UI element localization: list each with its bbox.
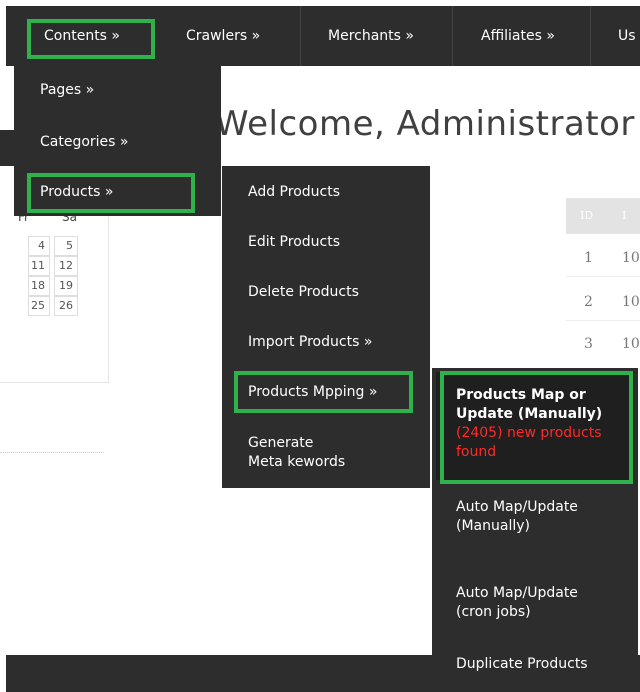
highlight-contents <box>27 19 155 59</box>
table-header: ID I <box>566 198 640 234</box>
highlight-map-update-manual <box>440 371 633 484</box>
menu-item-delete-products[interactable]: Delete Products <box>222 284 430 300</box>
nav-affiliates[interactable]: Affiliates » <box>481 6 555 66</box>
divider <box>0 452 104 453</box>
calendar-date[interactable]: 5 <box>54 236 78 256</box>
column-header-id: ID <box>580 209 594 222</box>
menu-item-edit-products[interactable]: Edit Products <box>222 234 430 250</box>
highlight-products-mapping <box>234 371 413 413</box>
calendar-date[interactable]: 11 <box>28 256 50 276</box>
menu-item-import-products[interactable]: Import Products » <box>222 334 430 350</box>
nav-users[interactable]: Us <box>618 6 636 66</box>
menu-item-auto-map-manual[interactable]: Auto Map/Update (Manually) <box>432 498 638 536</box>
calendar-date[interactable]: 19 <box>54 276 78 296</box>
calendar-date[interactable]: 25 <box>28 296 50 316</box>
nav-divider <box>452 6 453 66</box>
nav-divider <box>590 6 591 66</box>
row-divider <box>566 320 640 321</box>
menu-item-generate-meta[interactable]: Generate Meta kewords <box>222 434 430 472</box>
highlight-products <box>27 173 195 213</box>
calendar-date[interactable]: 12 <box>54 256 78 276</box>
calendar-date[interactable]: 4 <box>28 236 50 256</box>
calendar-date[interactable]: 26 <box>54 296 78 316</box>
nav-divider <box>300 6 301 66</box>
menu-item-duplicate-products[interactable]: Duplicate Products <box>432 656 638 672</box>
nav-merchants[interactable]: Merchants » <box>328 6 414 66</box>
menu-item-categories[interactable]: Categories » <box>14 134 221 150</box>
nav-crawlers[interactable]: Crawlers » <box>186 6 260 66</box>
page-title: Welcome, Administrator! <box>215 104 640 144</box>
column-header-next: I <box>622 209 627 222</box>
row-divider <box>566 276 640 277</box>
menu-item-pages[interactable]: Pages » <box>14 82 221 98</box>
products-submenu: Add Products Edit Products Delete Produc… <box>222 166 430 488</box>
menu-item-auto-map-cron[interactable]: Auto Map/Update (cron jobs) <box>432 584 638 622</box>
menu-item-add-products[interactable]: Add Products <box>222 184 430 200</box>
calendar-date[interactable]: 18 <box>28 276 50 296</box>
recent-items-table: ID I 1 10 2 10 3 10 <box>566 198 640 368</box>
